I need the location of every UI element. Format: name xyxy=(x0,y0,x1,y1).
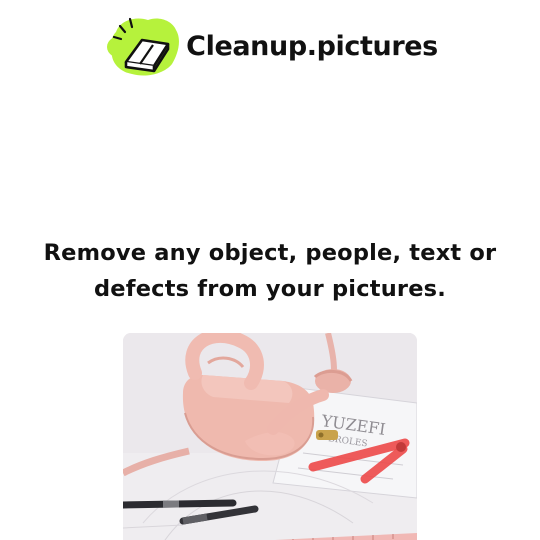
page: Cleanup.pictures Remove any object, peop… xyxy=(0,0,540,540)
demo-photo-pink-handbag: YUZEFI BROLES xyxy=(123,333,417,540)
hero-headline: Remove any object, people, text or defec… xyxy=(20,235,520,307)
hero-headline-line-2: defects from your pictures. xyxy=(93,276,447,302)
eraser-logo-icon[interactable] xyxy=(102,10,186,82)
demo-image[interactable]: YUZEFI BROLES xyxy=(123,333,417,540)
hero-headline-line-1: Remove any object, people, text or xyxy=(43,240,497,266)
header: Cleanup.pictures xyxy=(0,10,540,82)
brand-name[interactable]: Cleanup.pictures xyxy=(186,31,438,62)
